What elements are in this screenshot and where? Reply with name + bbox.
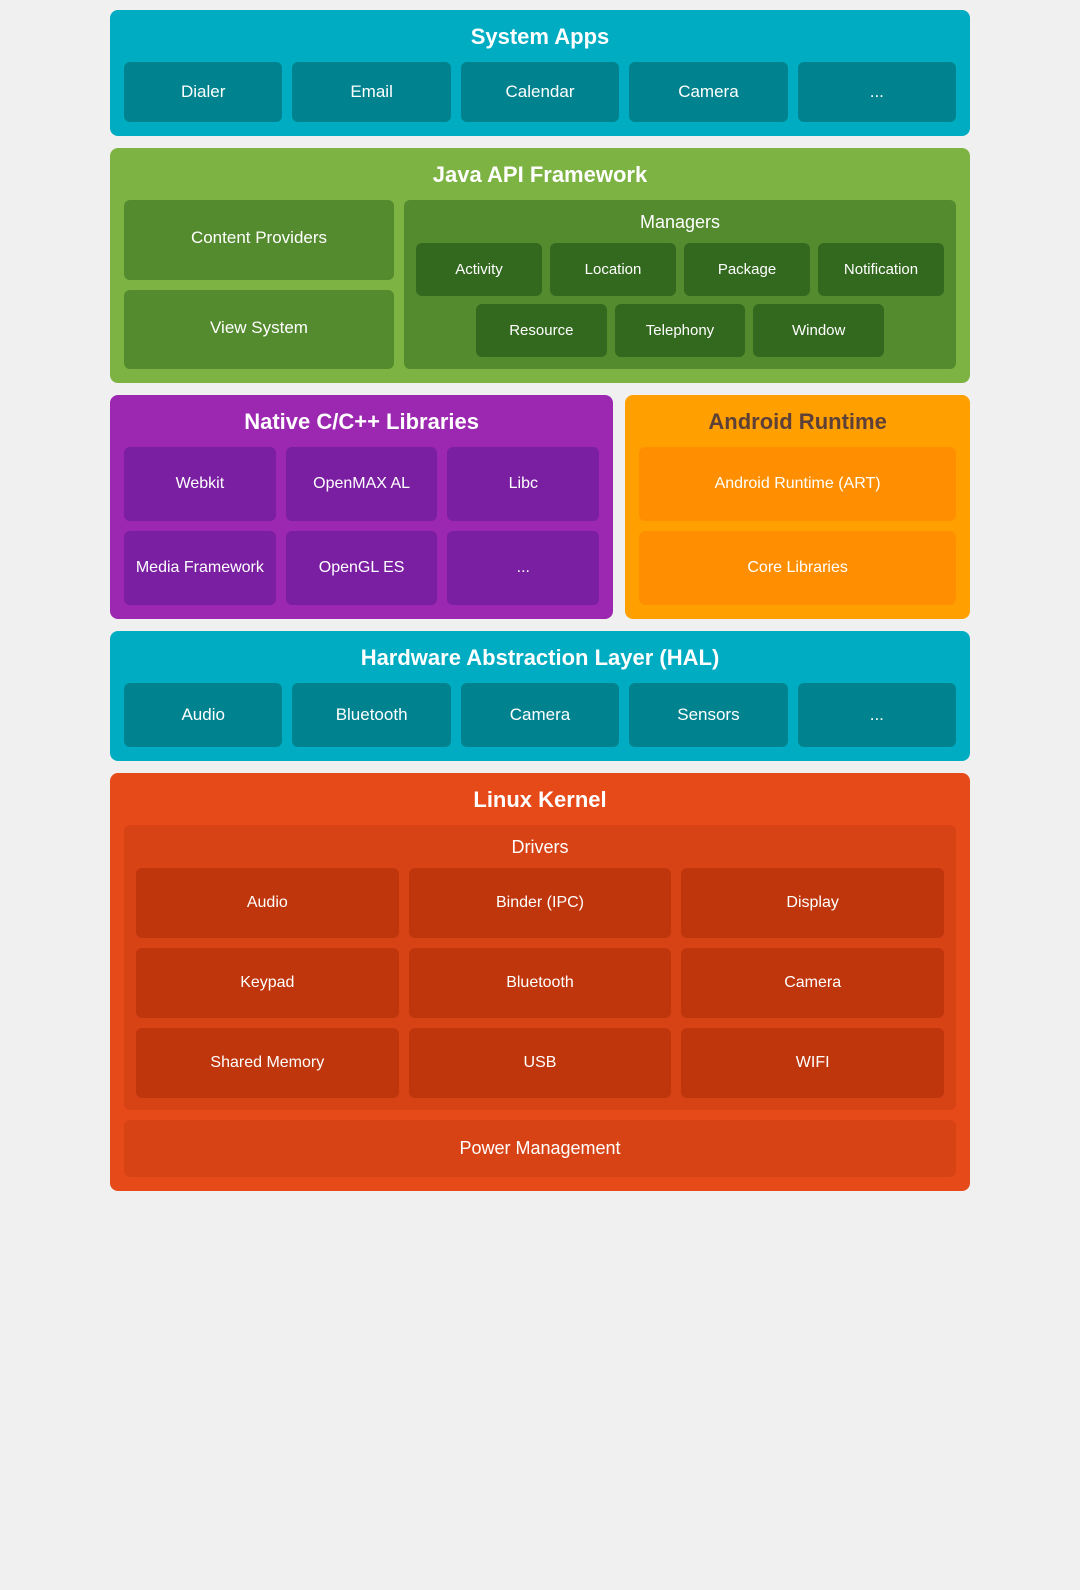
java-api-content: Content Providers View System Managers A… [124,200,956,369]
list-item: Dialer [124,62,282,122]
list-item: Camera [629,62,787,122]
list-item: OpenMAX AL [286,447,438,521]
linux-kernel-title: Linux Kernel [124,787,956,813]
list-item: Camera [461,683,619,747]
list-item: Libc [447,447,599,521]
list-item: Keypad [136,948,399,1018]
list-item: Sensors [629,683,787,747]
managers-title: Managers [416,212,944,233]
list-item: Resource [476,304,607,357]
list-item: Bluetooth [409,948,672,1018]
list-item: Display [681,868,944,938]
view-system: View System [124,290,394,370]
system-apps-layer: System Apps Dialer Email Calendar Camera… [110,10,970,136]
linux-kernel-layer: Linux Kernel Drivers Audio Binder (IPC) … [110,773,970,1191]
java-api-layer: Java API Framework Content Providers Vie… [110,148,970,383]
list-item: Audio [136,868,399,938]
list-item: Email [292,62,450,122]
android-runtime-layer: Android Runtime Android Runtime (ART) Co… [625,395,970,619]
list-item: Telephony [615,304,746,357]
list-item: Notification [818,243,944,296]
native-libs-grid: Webkit OpenMAX AL Libc Media Framework O… [124,447,599,605]
list-item: Android Runtime (ART) [639,447,956,521]
list-item: Audio [124,683,282,747]
android-runtime-title: Android Runtime [639,409,956,435]
list-item: Shared Memory [136,1028,399,1098]
drivers-section: Drivers Audio Binder (IPC) Display Keypa… [124,825,956,1110]
list-item: Activity [416,243,542,296]
hal-items: Audio Bluetooth Camera Sensors ... [124,683,956,747]
managers-box: Managers Activity Location Package Notif… [404,200,956,369]
native-libs-layer: Native C/C++ Libraries Webkit OpenMAX AL… [110,395,613,619]
hal-layer: Hardware Abstraction Layer (HAL) Audio B… [110,631,970,761]
managers-row1: Activity Location Package Notification [416,243,944,296]
list-item: OpenGL ES [286,531,438,605]
list-item: Camera [681,948,944,1018]
list-item: Webkit [124,447,276,521]
list-item: WIFI [681,1028,944,1098]
native-runtime-row: Native C/C++ Libraries Webkit OpenMAX AL… [110,395,970,619]
list-item: USB [409,1028,672,1098]
java-api-title: Java API Framework [124,162,956,188]
content-providers: Content Providers [124,200,394,280]
managers-row2: Resource Telephony Window [476,304,884,357]
list-item: Media Framework [124,531,276,605]
list-item: ... [798,683,956,747]
list-item: ... [798,62,956,122]
native-libs-title: Native C/C++ Libraries [124,409,599,435]
list-item: Bluetooth [292,683,450,747]
list-item: Binder (IPC) [409,868,672,938]
drivers-title: Drivers [136,837,944,858]
drivers-grid: Audio Binder (IPC) Display Keypad Blueto… [136,868,944,1098]
list-item: Core Libraries [639,531,956,605]
list-item: Location [550,243,676,296]
list-item: ... [447,531,599,605]
list-item: Window [753,304,884,357]
list-item: Package [684,243,810,296]
list-item: Calendar [461,62,619,122]
system-apps-items: Dialer Email Calendar Camera ... [124,62,956,122]
system-apps-title: System Apps [124,24,956,50]
java-api-left: Content Providers View System [124,200,394,369]
power-management: Power Management [124,1120,956,1177]
hal-title: Hardware Abstraction Layer (HAL) [124,645,956,671]
